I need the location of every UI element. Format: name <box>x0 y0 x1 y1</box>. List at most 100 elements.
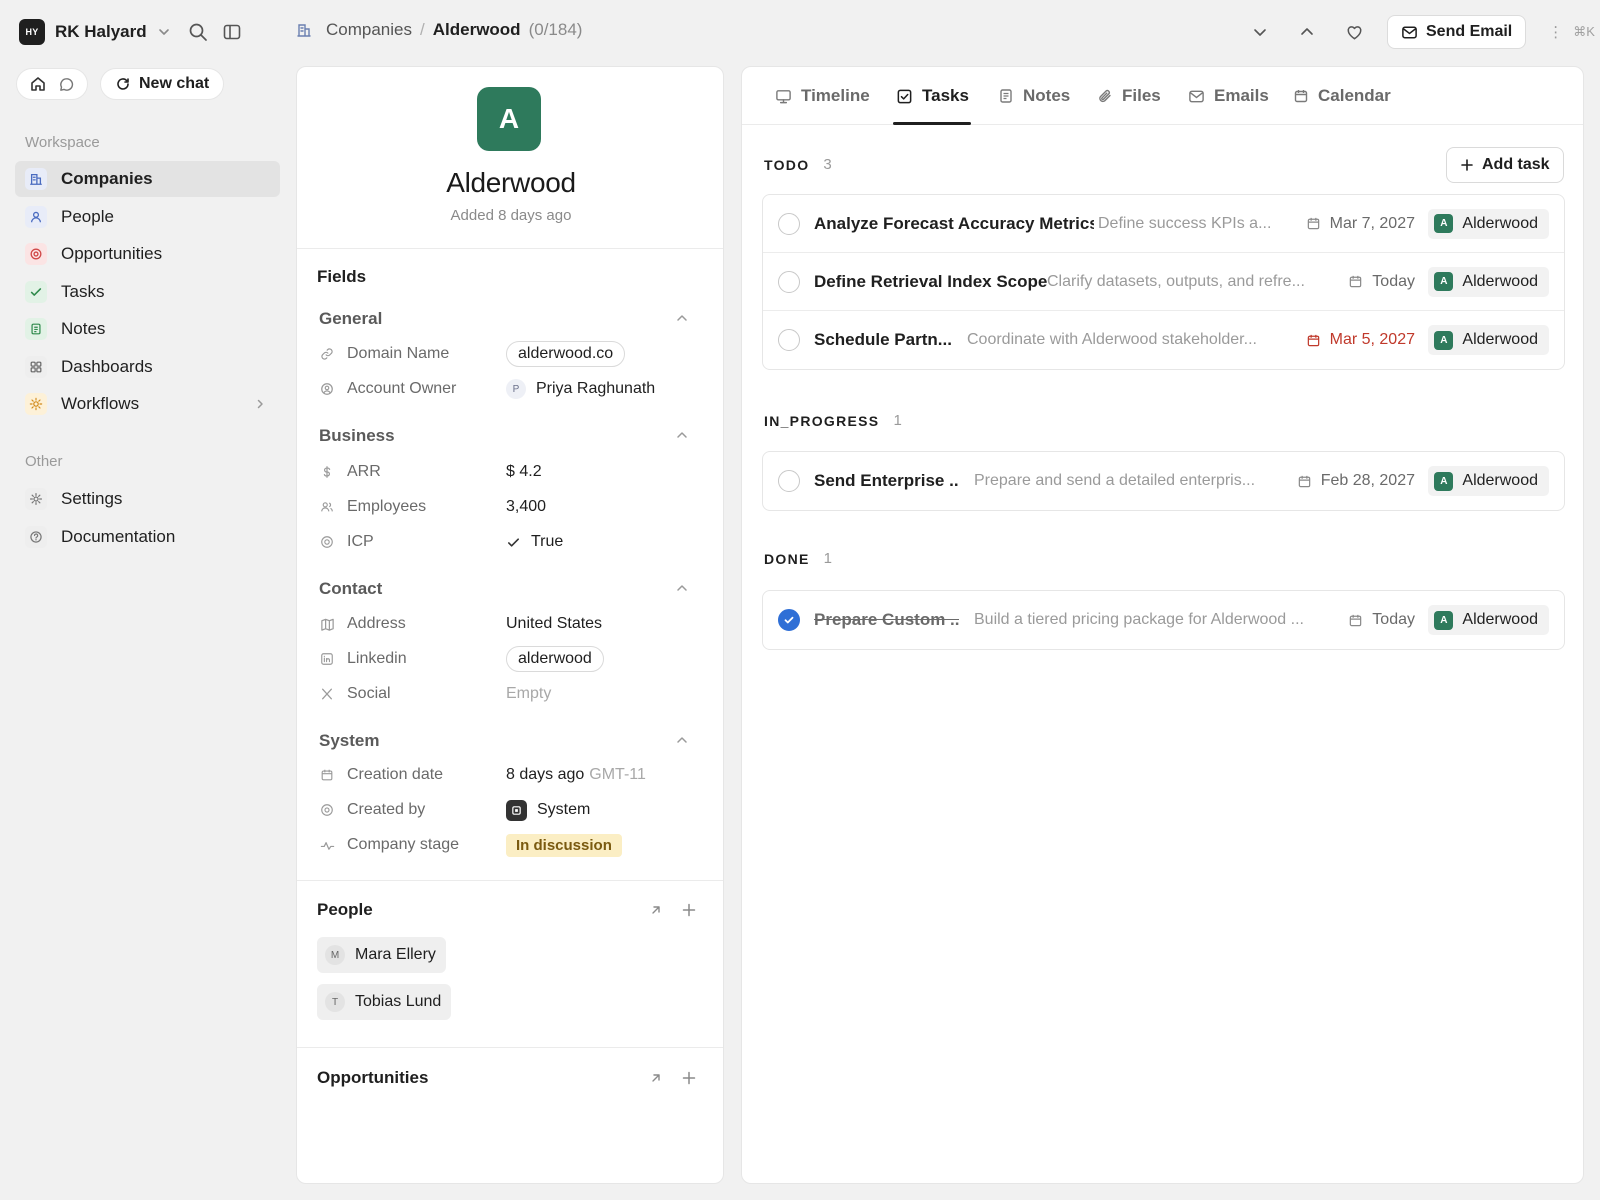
task-company-chip[interactable]: A Alderwood <box>1428 325 1549 355</box>
social-value[interactable]: Empty <box>506 685 551 703</box>
tab-notes[interactable]: Notes <box>998 67 1070 125</box>
company-avatar[interactable]: A <box>477 87 541 151</box>
task-checkbox[interactable] <box>778 329 800 351</box>
target-icon <box>25 243 47 265</box>
calendar-icon <box>319 768 335 782</box>
employees-value[interactable]: 3,400 <box>506 498 546 516</box>
task-company-chip[interactable]: A Alderwood <box>1428 208 1549 239</box>
field-label: ARR <box>319 463 506 481</box>
add-task-label: Add task <box>1482 156 1550 173</box>
domain-link-chip[interactable]: alderwood.co <box>506 341 626 367</box>
favorite-button[interactable] <box>1334 15 1374 49</box>
task-company-chip[interactable]: A Alderwood <box>1428 605 1549 635</box>
system-icon <box>506 799 527 821</box>
command-menu-shortcut[interactable]: ⌘K <box>1573 24 1595 40</box>
tab-label: Emails <box>1214 86 1269 105</box>
chevron-up-icon[interactable] <box>675 733 689 747</box>
open-arrow-icon[interactable] <box>649 1070 663 1086</box>
other-section-label: Other <box>25 453 63 470</box>
more-options-icon[interactable]: ⋮ <box>1548 23 1563 41</box>
chevron-up-icon[interactable] <box>675 311 689 325</box>
field-label: Created by <box>319 801 506 819</box>
task-checkbox[interactable] <box>778 212 800 235</box>
chevron-up-icon[interactable] <box>675 581 689 595</box>
field-value[interactable]: In discussion <box>506 833 622 857</box>
breadcrumb-companies-link[interactable]: Companies <box>326 20 412 40</box>
plus-icon[interactable] <box>681 1070 697 1086</box>
workspace-switcher[interactable]: HY RK Halyard <box>19 19 171 45</box>
record-title[interactable]: Alderwood <box>297 167 723 199</box>
user-circle-icon <box>319 382 335 396</box>
gear-icon <box>25 488 47 510</box>
open-arrow-icon[interactable] <box>649 902 663 918</box>
sidebar-item-documentation[interactable]: Documentation <box>15 519 280 555</box>
field-label-text: ICP <box>347 533 374 550</box>
tab-calendar[interactable]: Calendar <box>1293 67 1391 125</box>
linkedin-icon <box>319 652 335 666</box>
next-record-button[interactable] <box>1240 15 1280 49</box>
sidebar-item-workflows[interactable]: Workflows <box>15 386 280 422</box>
user-target-icon <box>319 803 335 817</box>
field-domain-name: Domain Name alderwood.co <box>319 339 699 369</box>
toggle-sidebar-icon[interactable] <box>222 22 242 42</box>
new-chat-button[interactable]: New chat <box>100 68 225 100</box>
owner-name: Priya Raghunath <box>536 380 656 397</box>
tab-timeline[interactable]: Timeline <box>775 67 870 125</box>
person-chip[interactable]: T Tobias Lund <box>317 984 452 1020</box>
sidebar-item-dashboards[interactable]: Dashboards <box>15 349 280 385</box>
x-logo-icon <box>319 687 335 701</box>
record-added-date: Added 8 days ago <box>450 207 572 224</box>
field-value: 8 days ago GMT-11 <box>506 766 646 784</box>
icp-value[interactable]: True <box>506 533 563 551</box>
previous-record-button[interactable] <box>1287 15 1327 49</box>
divider <box>297 1047 723 1048</box>
sidebar-item-tasks[interactable]: Tasks <box>15 274 280 310</box>
tab-tasks[interactable]: Tasks <box>896 67 969 125</box>
chat-bubble-icon[interactable] <box>58 76 75 93</box>
field-value[interactable]: alderwood.co <box>506 341 626 367</box>
task-company-chip[interactable]: A Alderwood <box>1428 266 1549 297</box>
field-value[interactable]: alderwood <box>506 646 604 672</box>
target-icon <box>319 535 335 549</box>
sidebar-item-people[interactable]: People <box>15 199 280 235</box>
task-group-header[interactable]: TODO 3 <box>764 156 832 173</box>
workspace-nav: Companies People Opportunities Tasks Not… <box>15 161 280 424</box>
task-checkbox[interactable] <box>778 270 800 293</box>
chevron-up-icon[interactable] <box>675 428 689 442</box>
task-group-header[interactable]: IN_PROGRESS 1 <box>764 412 902 429</box>
add-task-button[interactable]: Add task <box>1446 147 1564 183</box>
sidebar-item-opportunities[interactable]: Opportunities <box>15 236 280 272</box>
task-checkbox[interactable] <box>778 470 800 492</box>
record-tabs: Timeline Tasks Notes Files Emails Calend… <box>742 67 1583 125</box>
fields-heading: Fields <box>317 267 367 286</box>
search-icon[interactable] <box>188 22 208 42</box>
tab-emails[interactable]: Emails <box>1188 67 1269 125</box>
task-title: Define Retrieval Index Scope <box>814 271 1048 291</box>
task-row[interactable]: Analyze Forecast Accuracy Metrics Define… <box>763 195 1564 253</box>
address-value[interactable]: United States <box>506 615 602 633</box>
field-value[interactable]: P Priya Raghunath <box>506 379 655 399</box>
task-group-header[interactable]: DONE 1 <box>764 550 832 567</box>
linkedin-link-chip[interactable]: alderwood <box>506 646 604 672</box>
plus-icon[interactable] <box>681 902 697 918</box>
task-group-count: 1 <box>823 550 832 567</box>
sidebar-item-settings[interactable]: Settings <box>15 481 280 517</box>
tab-files[interactable]: Files <box>1097 67 1161 125</box>
task-row[interactable]: Define Retrieval Index Scope Clarify dat… <box>763 253 1564 311</box>
refresh-chat-icon <box>115 76 131 92</box>
sidebar-item-notes[interactable]: Notes <box>15 311 280 347</box>
task-row[interactable]: Prepare Custom ... Build a tiered pricin… <box>763 591 1564 649</box>
task-company-chip[interactable]: A Alderwood <box>1428 466 1549 496</box>
record-position-count: (0/184) <box>528 20 583 39</box>
task-row[interactable]: Send Enterprise ... Prepare and send a d… <box>763 452 1564 510</box>
task-company-name: Alderwood <box>1462 611 1538 628</box>
sidebar-item-companies[interactable]: Companies <box>15 161 280 197</box>
task-checkbox[interactable] <box>778 609 800 631</box>
grid-icon <box>25 355 47 378</box>
send-email-button[interactable]: Send Email <box>1387 15 1527 49</box>
arr-value[interactable]: $ 4.2 <box>506 463 542 481</box>
home-icon[interactable] <box>29 75 47 93</box>
person-chip[interactable]: M Mara Ellery <box>317 937 446 973</box>
company-stage-tag[interactable]: In discussion <box>506 833 622 857</box>
task-row[interactable]: Schedule Partn... Coordinate with Alderw… <box>763 311 1564 369</box>
